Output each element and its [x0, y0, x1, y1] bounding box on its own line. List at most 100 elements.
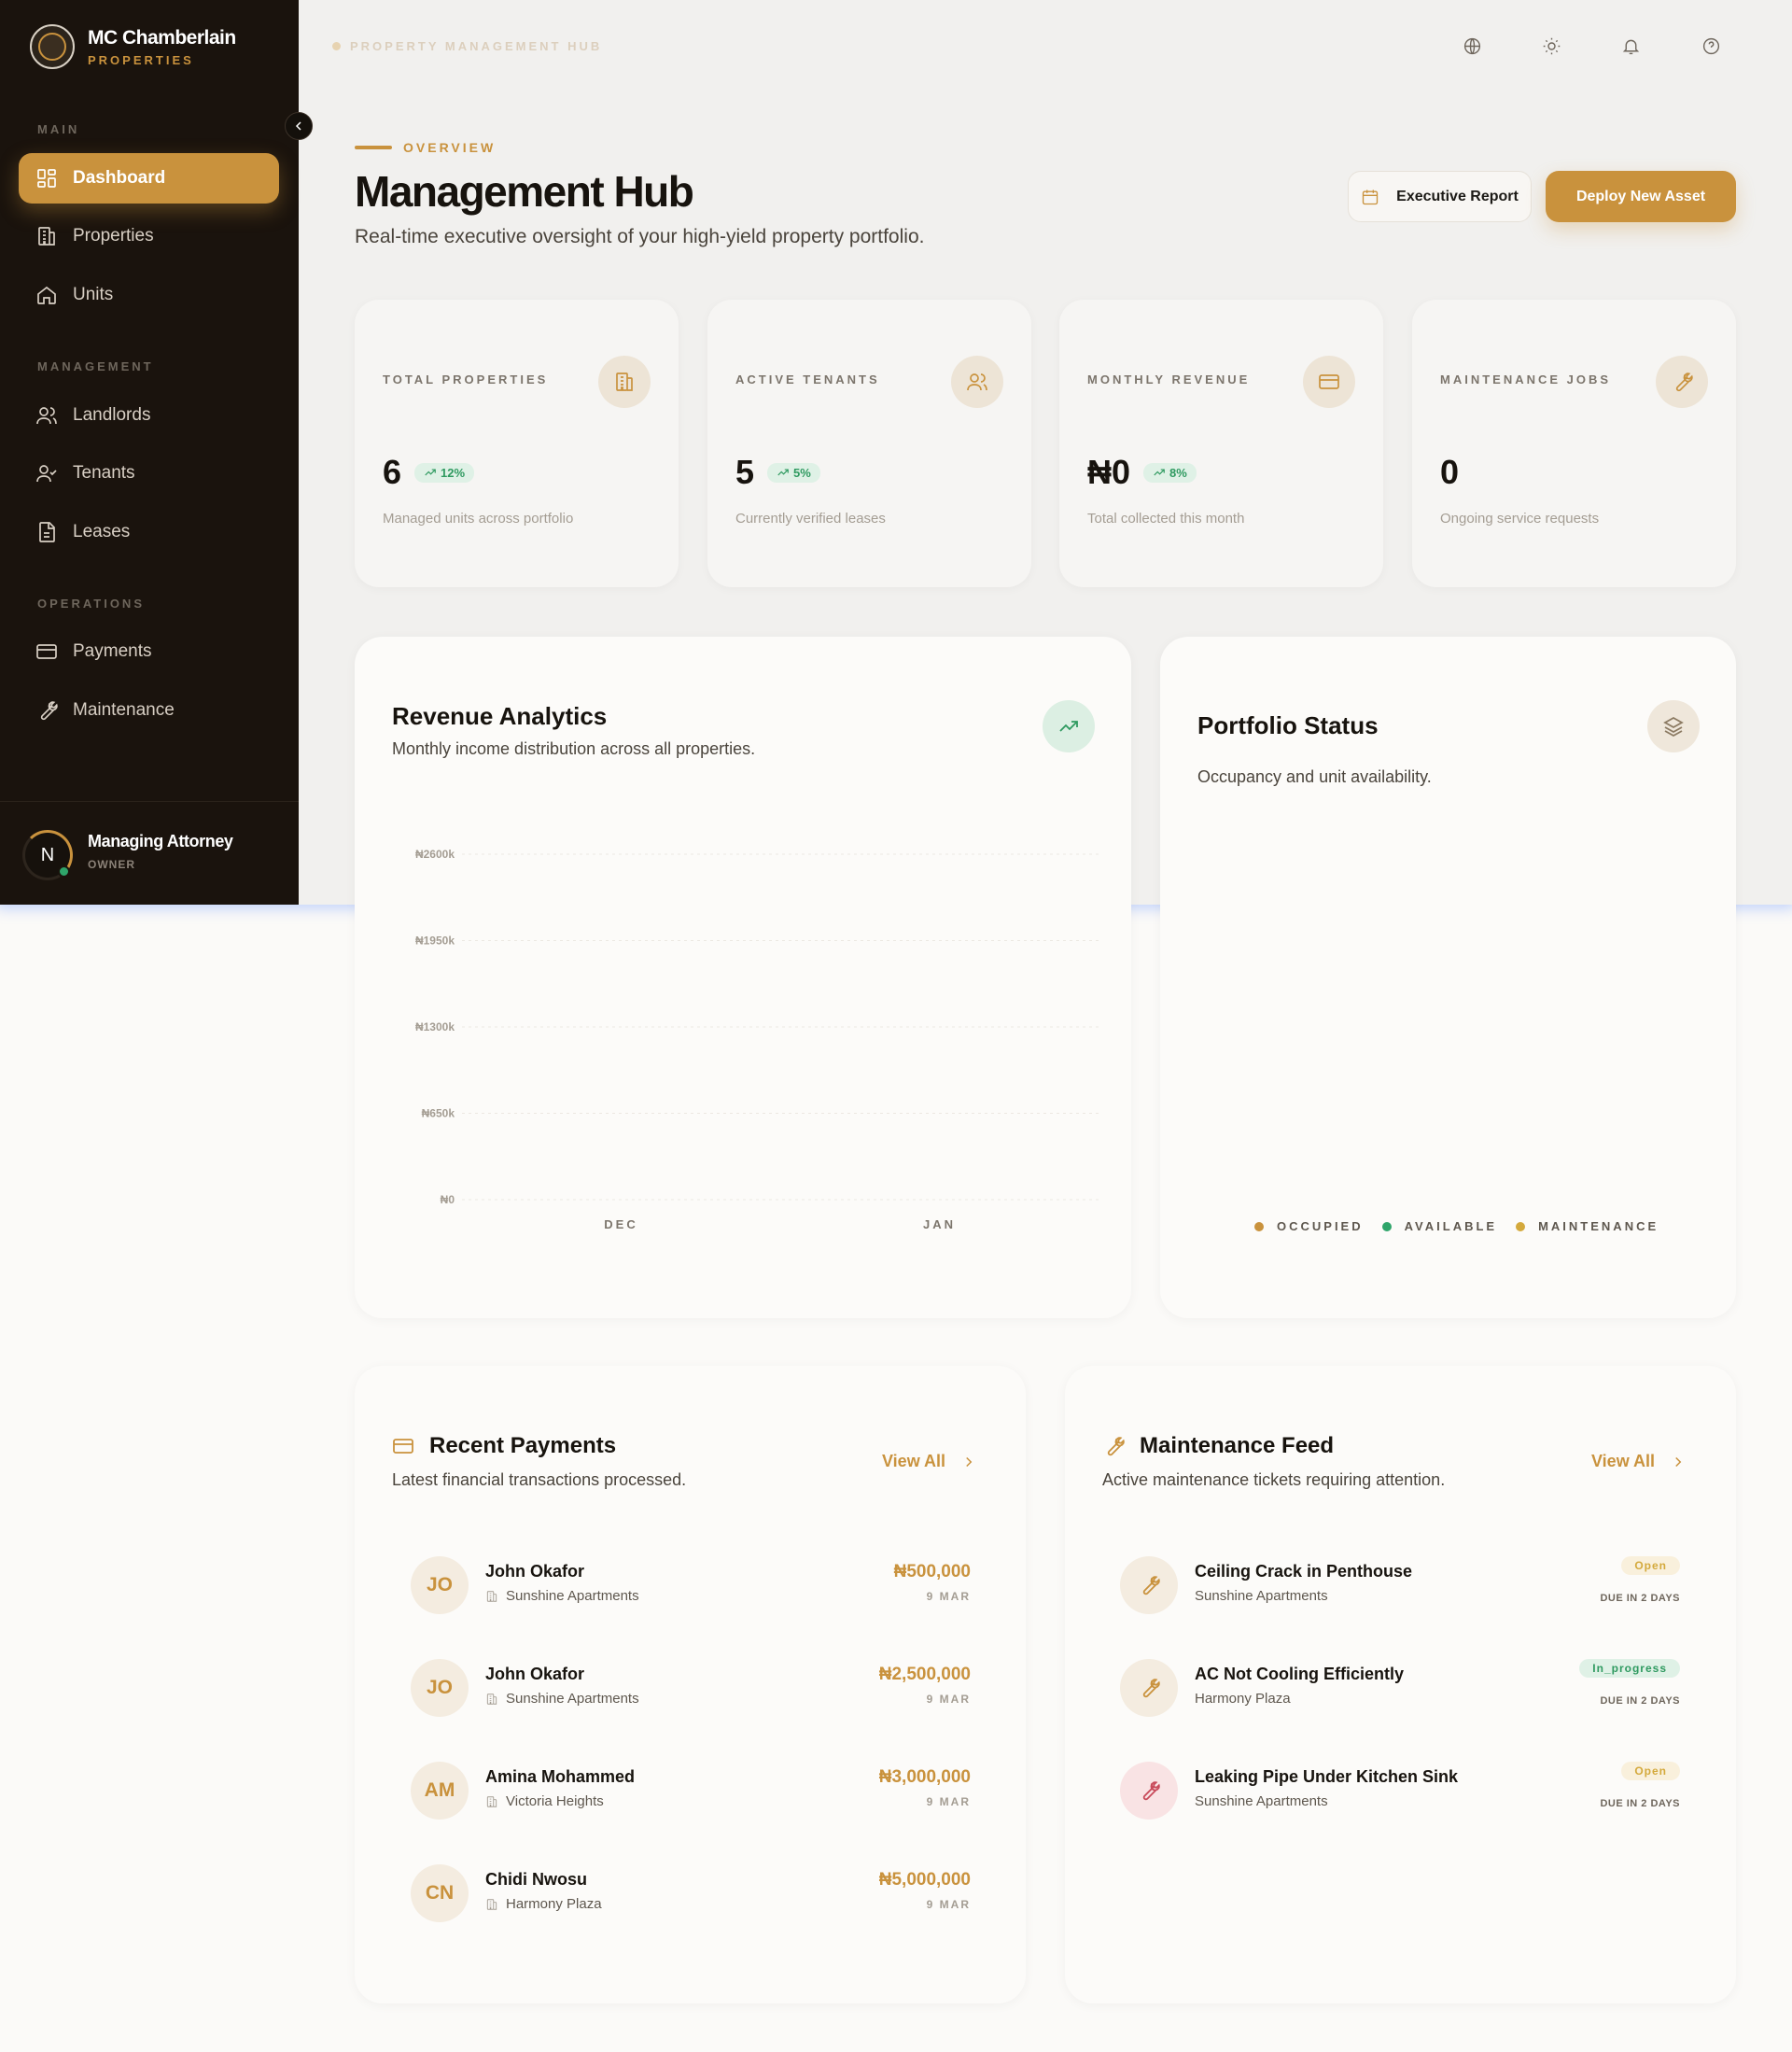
dashboard-icon [35, 167, 58, 190]
ticket-location: Sunshine Apartments [1195, 1793, 1328, 1809]
maintenance-title: Maintenance Feed [1102, 1433, 1334, 1459]
sidebar-user[interactable]: N Managing Attorney OWNER [0, 801, 299, 905]
stat-card-total-properties[interactable]: TOTAL PROPERTIES 6 12% Managed units acr… [355, 300, 679, 587]
help-icon [1701, 36, 1721, 56]
location-text: Sunshine Apartments [506, 1691, 639, 1707]
notifications-button[interactable] [1617, 32, 1645, 60]
ticket-title: Leaking Pipe Under Kitchen Sink [1195, 1767, 1459, 1786]
building-icon [613, 371, 636, 393]
payment-row[interactable]: CN Chidi Nwosu Harmony Plaza ₦5,000,000 … [411, 1864, 971, 1939]
card-icon [35, 640, 58, 663]
portfolio-layers-button[interactable] [1647, 700, 1700, 752]
sidebar-item-label: Leases [73, 522, 131, 541]
eyebrow-text: OVERVIEW [403, 140, 497, 155]
bell-icon [1621, 36, 1641, 56]
portfolio-title: Portfolio Status [1197, 711, 1379, 739]
payer-initials: AM [411, 1762, 469, 1820]
wrench-icon [35, 699, 58, 722]
chevron-right-icon [960, 1454, 977, 1470]
brand[interactable]: MC Chamberlain PROPERTIES [30, 24, 236, 69]
chevron-right-icon [1670, 1454, 1687, 1470]
wrench-icon [1102, 1435, 1125, 1457]
sidebar-item-units[interactable]: Units [19, 270, 279, 320]
legend-label: OCCUPIED [1277, 1219, 1364, 1233]
stat-card-active-tenants[interactable]: ACTIVE TENANTS 5 5% Currently verified l… [707, 300, 1031, 587]
trend-badge: 8% [1143, 462, 1197, 483]
deploy-new-asset-button[interactable]: Deploy New Asset [1546, 171, 1736, 222]
payments-title: Recent Payments [392, 1433, 616, 1459]
stat-label: TOTAL PROPERTIES [383, 372, 549, 387]
stat-card-maintenance-jobs[interactable]: MAINTENANCE JOBS 0 Ongoing service reque… [1412, 300, 1736, 587]
section-label-operations: OPERATIONS [37, 597, 145, 611]
wrench-icon [1138, 1779, 1160, 1802]
theme-toggle-button[interactable] [1537, 32, 1565, 60]
stat-value-text: 5 [735, 453, 755, 491]
ticket-due: DUE IN 2 DAYS [1600, 1798, 1680, 1809]
trend-text: 8% [1169, 465, 1187, 480]
stat-description: Ongoing service requests [1440, 511, 1600, 527]
trend-up-icon [1153, 466, 1166, 479]
trend-badge: 12% [414, 462, 475, 483]
collapse-sidebar-button[interactable] [285, 112, 313, 140]
sidebar-item-label: Properties [73, 226, 154, 246]
payment-row[interactable]: JO John Okafor Sunshine Apartments ₦2,50… [411, 1659, 971, 1734]
user-name: Managing Attorney [88, 832, 233, 850]
payment-amount: ₦5,000,000 [878, 1870, 971, 1890]
sidebar-item-payments[interactable]: Payments [19, 626, 279, 677]
calendar-icon [1361, 188, 1379, 206]
sidebar-item-landlords[interactable]: Landlords [19, 390, 279, 441]
maintenance-ticket[interactable]: Ceiling Crack in Penthouse Sunshine Apar… [1120, 1556, 1680, 1631]
home-icon [35, 284, 58, 306]
help-button[interactable] [1697, 32, 1725, 60]
stat-description: Currently verified leases [735, 511, 886, 527]
payment-row[interactable]: AM Amina Mohammed Victoria Heights ₦3,00… [411, 1762, 971, 1836]
sidebar-item-label: Units [73, 285, 114, 304]
location-text: Sunshine Apartments [506, 1588, 639, 1604]
card-icon [1318, 371, 1340, 393]
stat-value-text: 6 [383, 453, 402, 491]
language-button[interactable] [1458, 32, 1486, 60]
status-badge: In_progress [1579, 1659, 1680, 1678]
avatar-initial: N [40, 844, 55, 865]
sidebar-item-dashboard[interactable]: Dashboard [19, 153, 279, 204]
maintenance-ticket[interactable]: AC Not Cooling Efficiently Harmony Plaza… [1120, 1659, 1680, 1734]
section-label-management: MANAGEMENT [37, 359, 154, 373]
user-role: OWNER [88, 858, 135, 871]
maintenance-view-all-link[interactable]: View All [1591, 1452, 1687, 1471]
revenue-title: Revenue Analytics [392, 702, 608, 730]
stat-icon [1303, 356, 1355, 408]
ticket-location: Sunshine Apartments [1195, 1588, 1328, 1604]
stat-card-monthly-revenue[interactable]: MONTHLY REVENUE ₦0 8% Total collected th… [1059, 300, 1383, 587]
payment-amount: ₦500,000 [893, 1562, 971, 1581]
trend-text: 5% [793, 465, 811, 480]
location-text: Victoria Heights [506, 1793, 604, 1809]
payer-name: Amina Mohammed [485, 1767, 636, 1786]
executive-report-button[interactable]: Executive Report [1348, 171, 1532, 222]
wrench-icon [1671, 371, 1693, 393]
status-badge: Open [1621, 1762, 1680, 1780]
deploy-new-asset-label: Deploy New Asset [1575, 188, 1706, 204]
view-all-label: View All [1591, 1452, 1656, 1470]
sidebar-item-tenants[interactable]: Tenants [19, 448, 279, 499]
breadcrumb: PROPERTY MANAGEMENT HUB [332, 39, 602, 53]
section-label-main: MAIN [37, 122, 80, 136]
payment-date: 9 MAR [926, 1795, 971, 1808]
payer-location: Harmony Plaza [485, 1896, 602, 1912]
building-icon [485, 1795, 498, 1808]
building-icon [485, 1590, 498, 1603]
sidebar-item-label: Dashboard [73, 168, 166, 188]
sun-icon [1542, 36, 1561, 56]
sidebar-item-maintenance[interactable]: Maintenance [19, 685, 279, 736]
payments-view-all-link[interactable]: View All [882, 1452, 977, 1471]
payer-name: Chidi Nwosu [485, 1870, 587, 1889]
users-icon [966, 371, 988, 393]
legend-item-maintenance: MAINTENANCE [1516, 1219, 1659, 1233]
revenue-trend-button[interactable] [1043, 700, 1095, 752]
payment-row[interactable]: JO John Okafor Sunshine Apartments ₦500,… [411, 1556, 971, 1631]
sidebar-item-leases[interactable]: Leases [19, 507, 279, 557]
layers-icon [1662, 715, 1685, 738]
maintenance-ticket[interactable]: Leaking Pipe Under Kitchen Sink Sunshine… [1120, 1762, 1680, 1836]
breadcrumb-text: PROPERTY MANAGEMENT HUB [350, 39, 603, 53]
sidebar-item-properties[interactable]: Properties [19, 211, 279, 261]
users-icon [35, 404, 58, 427]
